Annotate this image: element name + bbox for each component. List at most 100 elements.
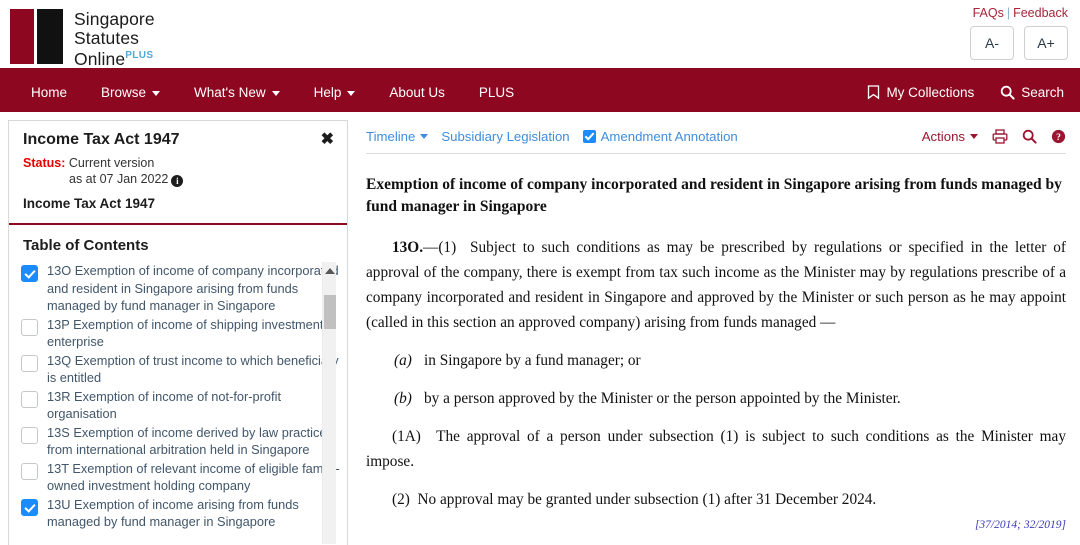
toc-item-label: 13P Exemption of income of shipping inve…	[47, 316, 324, 350]
toc-list: 13O Exemption of income of company incor…	[9, 262, 347, 545]
document-search-button[interactable]	[1022, 129, 1037, 144]
toc-panel: ✖ Income Tax Act 1947 Status: Current ve…	[8, 120, 348, 545]
subsidiary-legislation-link[interactable]: Subsidiary Legislation	[441, 129, 569, 144]
header-links: FAQs | Feedback	[973, 6, 1068, 20]
paragraph-b: (b) by a person approved by the Minister …	[366, 386, 1066, 411]
amendment-reference: [37/2014; 32/2019]	[974, 519, 1066, 531]
chevron-down-icon	[420, 134, 429, 139]
list-item[interactable]: 13O Exemption of income of company incor…	[21, 262, 347, 315]
list-item[interactable]: 13R Exemption of income of not-for-profi…	[21, 388, 347, 423]
nav-item-about-us[interactable]: About Us	[372, 85, 462, 100]
logo-line-2: Statutes	[74, 27, 140, 48]
paragraph-b-label: (b)	[394, 390, 412, 407]
status-label: Status:	[23, 156, 66, 170]
actions-dropdown[interactable]: Actions	[922, 129, 978, 144]
chevron-down-icon	[152, 90, 161, 96]
paragraph-a: (a) in Singapore by a fund manager; or	[366, 348, 1066, 373]
subsection-1-text: Subject to such conditions as may be pre…	[366, 239, 1066, 331]
logo-line-3: OnlinePLUS	[74, 48, 154, 69]
document-column: Timeline Subsidiary Legislation Amendmen…	[356, 112, 1080, 545]
site-header: Singapore Statutes OnlinePLUS FAQs | Feedb…	[0, 0, 1080, 72]
panel-title: Income Tax Act 1947	[23, 131, 180, 148]
paragraph-b-text: by a person approved by the Minister or …	[424, 390, 901, 407]
toc-checkbox[interactable]	[21, 498, 38, 516]
font-decrease-button[interactable]: A-	[970, 26, 1014, 60]
timeline-dropdown[interactable]: Timeline	[366, 129, 429, 144]
toolbar-right-group: Actions ?	[922, 129, 1066, 144]
font-size-controls: A- A+	[970, 26, 1068, 60]
section-heading: Exemption of income of company incorpora…	[366, 176, 1062, 215]
subsection-3: (3) Where —	[366, 543, 1066, 544]
help-icon: ?	[1051, 129, 1066, 144]
nav-right-group: My Collections Search	[867, 85, 1064, 100]
list-item[interactable]: 13P Exemption of income of shipping inve…	[21, 316, 347, 351]
site-logo[interactable]: Singapore Statutes OnlinePLUS	[10, 9, 155, 68]
list-item[interactable]: 13S Exemption of income derived by law p…	[21, 424, 347, 459]
nav-item-help[interactable]: Help	[297, 85, 373, 100]
links-separator: |	[1006, 6, 1011, 20]
nav-item-plus[interactable]: PLUS	[462, 85, 531, 100]
paragraph-a-label: (a)	[394, 352, 412, 369]
subsection-1-prefix: —(1)	[423, 239, 457, 256]
document-body: Exemption of income of company incorpora…	[366, 154, 1066, 544]
toc-item-label: 13U Exemption of income arising from fun…	[47, 496, 299, 530]
list-item[interactable]: 13T Exemption of relevant income of elig…	[21, 460, 347, 495]
scroll-up-icon[interactable]	[324, 268, 335, 274]
info-icon[interactable]: i	[171, 175, 184, 187]
amendment-annotation-toggle[interactable]: Amendment Annotation	[582, 129, 738, 144]
nav-item-search[interactable]: Search	[1000, 85, 1064, 100]
svg-text:?: ?	[1056, 133, 1061, 143]
toc-item-label: 13O Exemption of income of company incor…	[47, 263, 339, 313]
section-number: 13O.	[392, 239, 424, 256]
toc-heading: Table of Contents	[23, 237, 149, 254]
toc-checkbox[interactable]	[21, 265, 38, 282]
document-toolbar: Timeline Subsidiary Legislation Amendmen…	[366, 120, 1066, 154]
help-button[interactable]: ?	[1051, 129, 1066, 144]
logo-text: Singapore Statutes OnlinePLUS	[74, 9, 155, 68]
close-icon[interactable]: ✖	[321, 132, 334, 148]
toc-checkbox[interactable]	[21, 426, 38, 444]
nav-item-home[interactable]: Home	[14, 85, 84, 100]
print-button[interactable]	[992, 129, 1008, 144]
subsection-1: 13O.—(1) Subject to such conditions as m…	[366, 235, 1066, 335]
toc-panel-header: ✖ Income Tax Act 1947 Status: Current ve…	[9, 121, 347, 225]
search-icon	[1022, 129, 1037, 144]
print-icon	[992, 129, 1008, 144]
status-value: Current version	[68, 156, 155, 170]
logo-red-bar	[10, 9, 34, 64]
toolbar-left-group: Timeline Subsidiary Legislation Amendmen…	[366, 129, 738, 144]
logo-black-bar	[37, 9, 63, 64]
status-line: Status: Current version	[23, 155, 333, 171]
toc-item-label: 13Q Exemption of trust income to which b…	[47, 352, 339, 386]
toc-scrollbar[interactable]	[322, 262, 336, 544]
toc-item-label: 13S Exemption of income derived by law p…	[47, 424, 327, 458]
logo-plus-sup: PLUS	[125, 50, 154, 61]
toc-item-label: 13T Exemption of relevant income of elig…	[47, 460, 340, 494]
chevron-down-icon	[970, 134, 978, 139]
amendment-annotation-checkbox[interactable]	[582, 130, 596, 143]
toc-checkbox[interactable]	[21, 354, 38, 372]
faqs-link[interactable]: FAQs	[973, 6, 1004, 20]
toc-checkbox[interactable]	[21, 390, 38, 408]
subsection-1a: (1A) The approval of a person under subs…	[366, 428, 1066, 470]
list-item[interactable]: 13U Exemption of income arising from fun…	[21, 496, 347, 531]
list-item[interactable]: 13Q Exemption of trust income to which b…	[21, 352, 347, 387]
toc-checkbox[interactable]	[21, 462, 38, 480]
toc-checkbox[interactable]	[21, 318, 38, 336]
toc-item-label: 13R Exemption of income of not-for-profi…	[47, 388, 282, 422]
bookmark-icon	[867, 84, 880, 100]
font-increase-button[interactable]: A+	[1024, 26, 1068, 60]
status-date: as at 07 Jan 2022 i	[23, 171, 333, 187]
act-name: Income Tax Act 1947	[23, 196, 156, 211]
chevron-down-icon	[347, 90, 356, 96]
logo-line-1: Singapore	[74, 9, 155, 29]
nav-item-whats-new[interactable]: What's New	[177, 85, 297, 100]
search-icon	[1000, 85, 1015, 100]
paragraph-a-text: in Singapore by a fund manager; or	[424, 352, 641, 369]
scrollbar-thumb[interactable]	[324, 295, 336, 329]
feedback-link[interactable]: Feedback	[1013, 6, 1068, 20]
content-area: ✖ Income Tax Act 1947 Status: Current ve…	[0, 112, 1080, 545]
nav-item-my-collections[interactable]: My Collections	[867, 85, 974, 100]
nav-items: Home Browse What's New Help About Us PLU…	[0, 85, 531, 100]
nav-item-browse[interactable]: Browse	[84, 85, 177, 100]
